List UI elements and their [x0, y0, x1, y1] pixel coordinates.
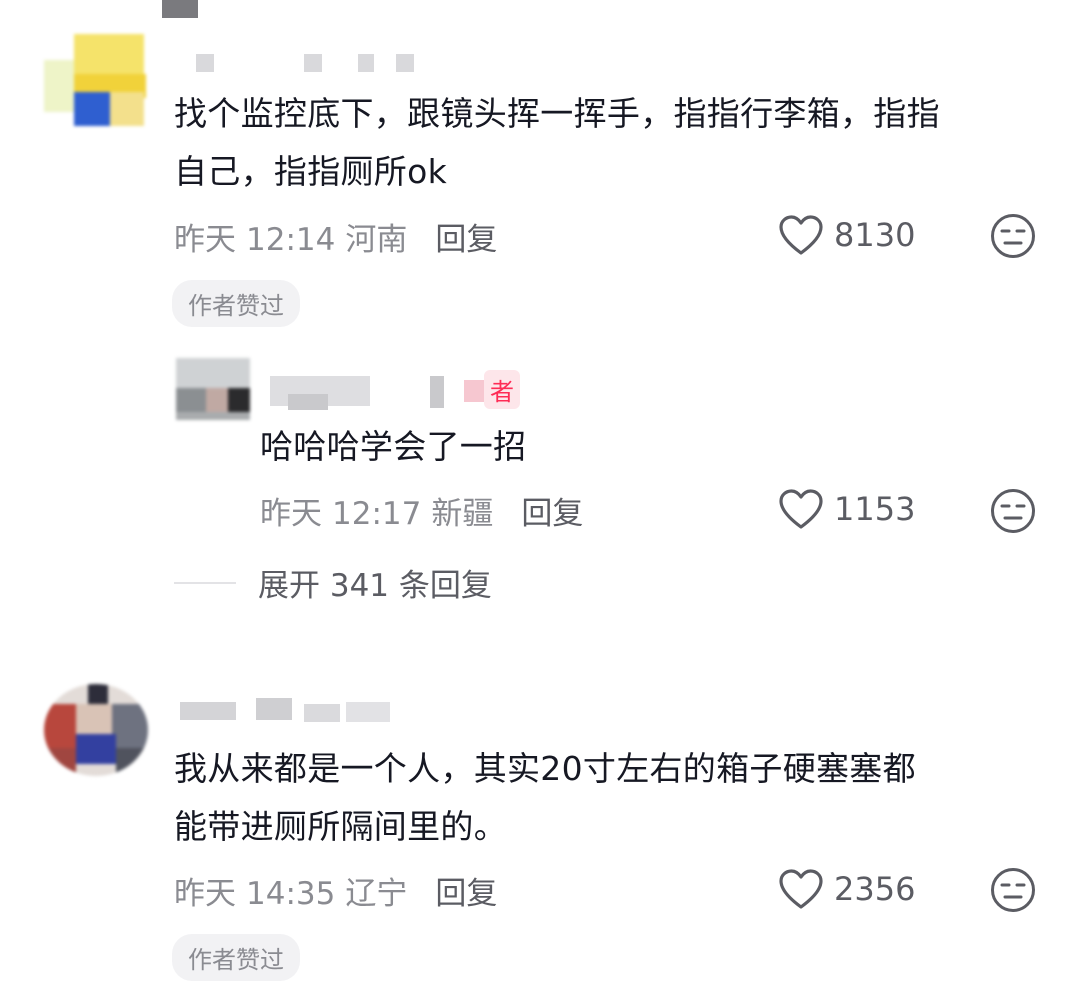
comment-text-line: 找个监控底下，跟镜头挥一挥手，指指行李箱，指指 — [174, 94, 940, 133]
reply-meta: 昨天 12:17 新疆 回复 — [260, 488, 583, 533]
avatar[interactable] — [44, 684, 148, 776]
comment-time: 12:14 — [246, 222, 336, 258]
expand-divider — [174, 581, 236, 584]
comment-location: 辽宁 — [345, 876, 408, 912]
heart-outline-icon — [779, 489, 823, 529]
reply-username-mosaic[interactable] — [270, 376, 510, 410]
author-badge: 者 — [484, 370, 520, 409]
like-count: 2356 — [834, 870, 916, 908]
username-mosaic[interactable] — [196, 52, 416, 74]
avatar[interactable] — [44, 34, 148, 132]
comment-text: 找个监控底下，跟镜头挥一挥手，指指行李箱，指指 自己，指指厕所ok — [174, 85, 940, 201]
reply-like-count: 1153 — [834, 490, 916, 528]
reply-text: 哈哈哈学会了一招 — [260, 427, 527, 466]
comment-meta: 昨天 12:14 河南 回复 — [174, 214, 497, 259]
expand-replies-label: 展开 341 条回复 — [258, 568, 492, 604]
reply-like-button[interactable]: 1153 — [778, 488, 915, 530]
heart-outline-icon — [779, 869, 823, 909]
author-liked-tag: 作者赞过 — [172, 280, 300, 327]
dislike-face-icon[interactable] — [989, 487, 1037, 539]
author-liked-tag: 作者赞过 — [172, 934, 300, 981]
comment-text-line: 我从来都是一个人，其实20寸左右的箱子硬塞塞都 — [174, 749, 916, 788]
like-count: 8130 — [834, 216, 916, 254]
dislike-face-icon[interactable] — [989, 866, 1037, 918]
reply-reply-button[interactable]: 回复 — [521, 496, 583, 532]
expand-replies-button[interactable]: 展开 341 条回复 — [174, 560, 492, 605]
reply-button[interactable]: 回复 — [435, 222, 497, 258]
top-mosaic-fragment — [162, 0, 198, 18]
reply-button[interactable]: 回复 — [435, 876, 497, 912]
comment-text: 我从来都是一个人，其实20寸左右的箱子硬塞塞都 能带进厕所隔间里的。 — [174, 740, 916, 856]
comment-date: 昨天 — [174, 222, 236, 258]
reply-location: 新疆 — [431, 496, 494, 532]
username-mosaic[interactable] — [180, 698, 400, 724]
heart-outline-icon — [779, 215, 823, 255]
comment-location: 河南 — [345, 222, 408, 258]
reply-time: 12:17 — [332, 496, 422, 532]
comment-meta: 昨天 14:35 辽宁 回复 — [174, 868, 497, 913]
comment-time: 14:35 — [246, 876, 336, 912]
comment-text-line: 能带进厕所隔间里的。 — [174, 807, 507, 846]
comment-text-line: 自己，指指厕所ok — [174, 152, 448, 191]
comment-date: 昨天 — [174, 876, 236, 912]
like-button[interactable]: 8130 — [778, 214, 915, 256]
reply-avatar[interactable] — [176, 358, 250, 420]
dislike-face-icon[interactable] — [989, 212, 1037, 264]
reply-date: 昨天 — [260, 496, 322, 532]
like-button[interactable]: 2356 — [778, 868, 915, 910]
